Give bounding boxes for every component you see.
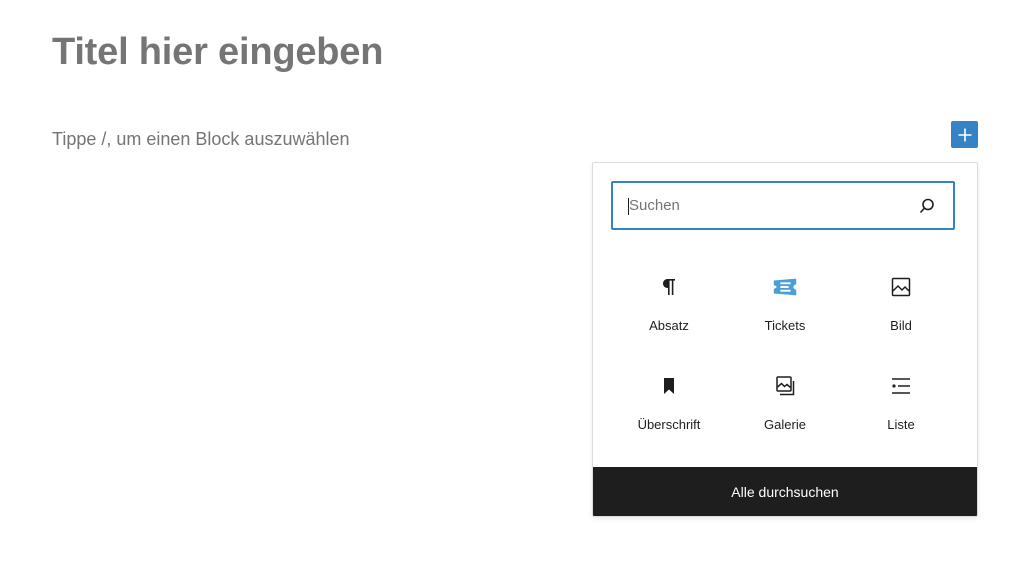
block-item-galerie[interactable]: Galerie [727, 352, 843, 451]
search-field[interactable] [611, 181, 955, 230]
block-item-ueberschrift[interactable]: Überschrift [611, 352, 727, 451]
block-label: Liste [887, 417, 915, 432]
block-label: Tickets [764, 318, 806, 333]
block-item-tickets[interactable]: Tickets [727, 253, 843, 352]
block-list: Absatz Tickets Bild Überschrift Galerie … [611, 253, 959, 451]
block-label: Galerie [764, 417, 806, 432]
block-label: Bild [890, 318, 912, 333]
block-item-liste[interactable]: Liste [843, 352, 959, 451]
block-label: Überschrift [637, 417, 701, 432]
bookmark-icon [655, 372, 683, 400]
block-placeholder[interactable]: Tippe /, um einen Block auszuwählen [52, 127, 350, 151]
list-icon [887, 372, 915, 400]
block-label: Absatz [649, 318, 689, 333]
search-input[interactable] [629, 183, 899, 228]
browse-all-button[interactable]: Alle durchsuchen [593, 467, 977, 516]
tickets-icon [771, 273, 799, 301]
post-title[interactable]: Titel hier eingeben [52, 28, 383, 76]
paragraph-icon [655, 273, 683, 301]
plus-icon [957, 127, 973, 143]
gallery-icon [771, 372, 799, 400]
block-item-bild[interactable]: Bild [843, 253, 959, 352]
block-inserter-popover: Absatz Tickets Bild [592, 162, 978, 517]
image-icon [887, 273, 915, 301]
block-item-absatz[interactable]: Absatz [611, 253, 727, 352]
block-inserter-toggle-button[interactable] [951, 121, 978, 148]
search-icon[interactable] [917, 196, 937, 216]
